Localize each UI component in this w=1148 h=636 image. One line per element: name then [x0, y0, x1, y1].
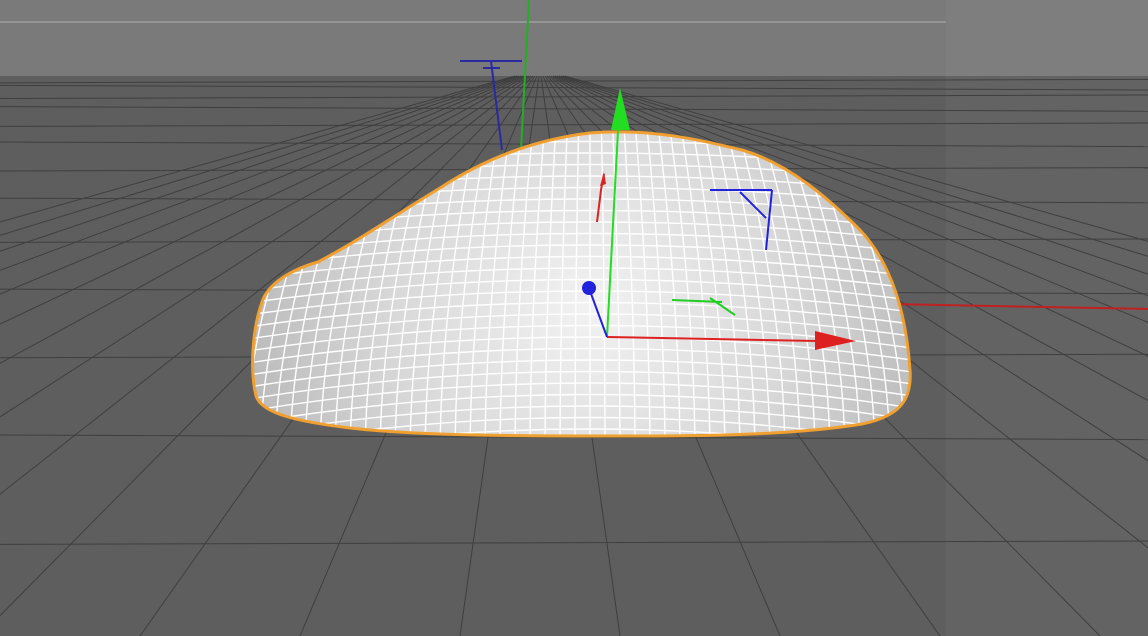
gizmo-axis-z-handle[interactable] [582, 281, 596, 295]
3d-viewport[interactable] [0, 0, 1148, 636]
